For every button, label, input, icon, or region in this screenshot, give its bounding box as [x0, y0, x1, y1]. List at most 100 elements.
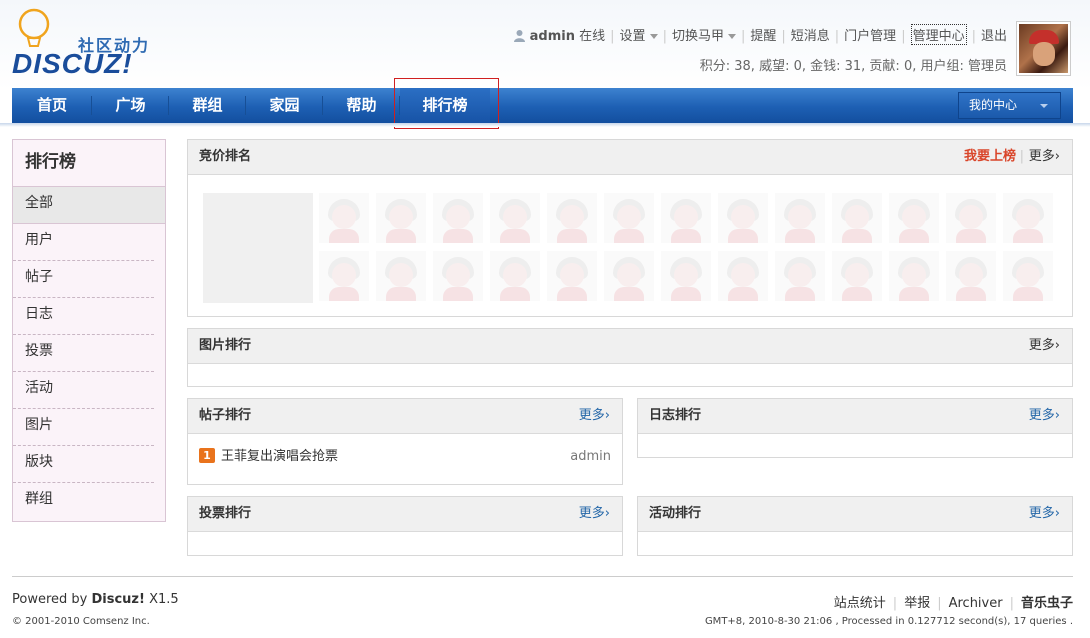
sidebar-item-all[interactable]: 全部: [13, 187, 165, 224]
avatar-placeholder[interactable]: [718, 251, 768, 301]
avatar-placeholder[interactable]: [775, 251, 825, 301]
avatar-image: [1019, 24, 1068, 73]
main-nav: 首页 广场 群组 家园 帮助 排行榜: [12, 88, 1073, 123]
avatar-placeholder[interactable]: [319, 251, 369, 301]
avatar-placeholder[interactable]: [604, 251, 654, 301]
lightbulb-icon: [18, 8, 50, 47]
more-link[interactable]: 更多›: [579, 399, 610, 433]
online-status[interactable]: 在线: [579, 25, 605, 44]
avatar-placeholder[interactable]: [547, 251, 597, 301]
panel-header: 活动排行 更多›: [638, 497, 1072, 532]
avatar-placeholder[interactable]: [490, 193, 540, 243]
avatar-placeholder[interactable]: [832, 193, 882, 243]
my-center-dropdown[interactable]: 我的中心: [958, 92, 1061, 119]
avatar-placeholder[interactable]: [946, 193, 996, 243]
footer-link-stats[interactable]: 站点统计: [834, 596, 886, 611]
more-link[interactable]: 更多›: [1029, 329, 1060, 363]
sidebar-item-pictures[interactable]: 图片: [13, 409, 154, 446]
sidebar-item-activities[interactable]: 活动: [13, 372, 154, 409]
picture-ranking-panel: 图片排行 更多›: [187, 328, 1073, 387]
nav-item-groups[interactable]: 群组: [169, 88, 246, 123]
portal-manage-link[interactable]: 门户管理: [844, 25, 896, 44]
panel-header: 图片排行 更多›: [188, 329, 1072, 364]
rank-badge: 1: [199, 448, 215, 463]
avatar-placeholder[interactable]: [490, 251, 540, 301]
sidebar-item-threads[interactable]: 帖子: [13, 261, 154, 298]
panel-header: 帖子排行 更多›: [188, 399, 622, 434]
debug-info: GMT+8, 2010-8-30 21:06 , Processed in 0.…: [704, 616, 1073, 627]
settings-menu[interactable]: 设置: [620, 25, 658, 44]
sidebar-item-forums[interactable]: 版块: [13, 446, 154, 483]
switch-vest-menu[interactable]: 切换马甲: [672, 25, 736, 44]
avatar-placeholder[interactable]: [1003, 193, 1053, 243]
sidebar-title: 排行榜: [13, 140, 165, 187]
avatar-placeholder[interactable]: [889, 251, 939, 301]
nav-item-home-space[interactable]: 家园: [246, 88, 323, 123]
copyright: © 2001-2010 Comsenz Inc.: [12, 616, 150, 627]
bid-to-rank-link[interactable]: 我要上榜: [964, 140, 1016, 174]
footer-link-report[interactable]: 举报: [904, 596, 930, 611]
nav-item-home[interactable]: 首页: [12, 88, 92, 123]
avatar-placeholder[interactable]: [604, 193, 654, 243]
panel-header: 投票排行 更多›: [188, 497, 622, 532]
thread-subject-link[interactable]: 王菲复出演唱会抢票: [221, 449, 338, 464]
nav-item-help[interactable]: 帮助: [323, 88, 400, 123]
chevron-down-icon: [1040, 104, 1048, 108]
thread-author-link[interactable]: admin: [570, 448, 611, 466]
site-logo[interactable]: 社区动力 DISCUZ!: [12, 8, 157, 80]
avatar-placeholder[interactable]: [661, 193, 711, 243]
avatar-placeholder[interactable]: [376, 251, 426, 301]
avatar-placeholder[interactable]: [661, 251, 711, 301]
avatar-placeholder[interactable]: [889, 193, 939, 243]
divider: |: [1019, 149, 1024, 164]
nav-item-square[interactable]: 广场: [92, 88, 169, 123]
sidebar-item-polls[interactable]: 投票: [13, 335, 154, 372]
admin-center-link[interactable]: 管理中心: [910, 24, 967, 45]
panel-title: 帖子排行: [199, 408, 252, 423]
username-link[interactable]: admin: [530, 29, 575, 44]
footer-link-site[interactable]: 音乐虫子: [1021, 596, 1073, 611]
more-link[interactable]: 更多›: [1029, 140, 1060, 174]
sidebar-item-users[interactable]: 用户: [13, 224, 154, 261]
panel-title: 日志排行: [649, 408, 702, 423]
powered-prefix: Powered by: [12, 592, 92, 607]
messages-link[interactable]: 短消息: [791, 25, 830, 44]
thread-ranking-panel: 帖子排行 更多› 1 王菲复出演唱会抢票 admin: [187, 398, 623, 485]
user-credits[interactable]: 积分: 38, 威望: 0, 金钱: 31, 贡献: 0, 用户组: 管理员: [700, 55, 1007, 74]
settings-label: 设置: [619, 29, 646, 44]
more-link[interactable]: 更多›: [1029, 399, 1060, 433]
featured-avatar-slot[interactable]: [203, 193, 313, 303]
more-link[interactable]: 更多›: [1029, 497, 1060, 531]
panel-header: 竞价排名 我要上榜 | 更多›: [188, 140, 1072, 175]
avatar-placeholder[interactable]: [547, 193, 597, 243]
footer-links: 站点统计 | 举报 | Archiver | 音乐虫子: [833, 596, 1073, 611]
avatar-placeholder[interactable]: [946, 251, 996, 301]
more-link[interactable]: 更多›: [579, 497, 610, 531]
my-center-label: 我的中心: [969, 98, 1018, 112]
panel-title: 图片排行: [199, 338, 252, 353]
bid-ranking-panel: 竞价排名 我要上榜 | 更多›: [187, 139, 1073, 317]
avatar-placeholder[interactable]: [775, 193, 825, 243]
avatar-placeholder[interactable]: [1003, 251, 1053, 301]
powered-brand-link[interactable]: Discuz!: [91, 592, 144, 607]
user-icon: [513, 30, 525, 42]
remind-link[interactable]: 提醒: [750, 25, 776, 44]
sidebar-item-groups[interactable]: 群组: [13, 483, 154, 520]
panel-header: 日志排行 更多›: [638, 399, 1072, 434]
avatar-placeholder[interactable]: [433, 251, 483, 301]
panel-title: 竞价排名: [199, 149, 252, 164]
logout-link[interactable]: 退出: [981, 25, 1007, 44]
avatar-placeholder[interactable]: [376, 193, 426, 243]
footer-link-archiver[interactable]: Archiver: [949, 596, 1003, 611]
sidebar-item-blogs[interactable]: 日志: [13, 298, 154, 335]
powered-by: Powered by Discuz! X1.5: [12, 592, 179, 607]
sidebar: 排行榜 全部 用户 帖子 日志 投票 活动 图片 版块 群组: [12, 139, 166, 522]
avatar[interactable]: [1016, 21, 1071, 76]
avatar-placeholder[interactable]: [832, 251, 882, 301]
avatar-placeholder[interactable]: [718, 193, 768, 243]
avatar-placeholder[interactable]: [319, 193, 369, 243]
avatar-placeholder[interactable]: [433, 193, 483, 243]
user-toolbar: admin 在线 | 设置 | 切换马甲 | 提醒 | 短消息 | 门户管理 | 管理中心 | 退出: [513, 24, 1007, 45]
blog-ranking-panel: 日志排行 更多›: [637, 398, 1073, 458]
active-nav-highlight: [394, 78, 499, 129]
